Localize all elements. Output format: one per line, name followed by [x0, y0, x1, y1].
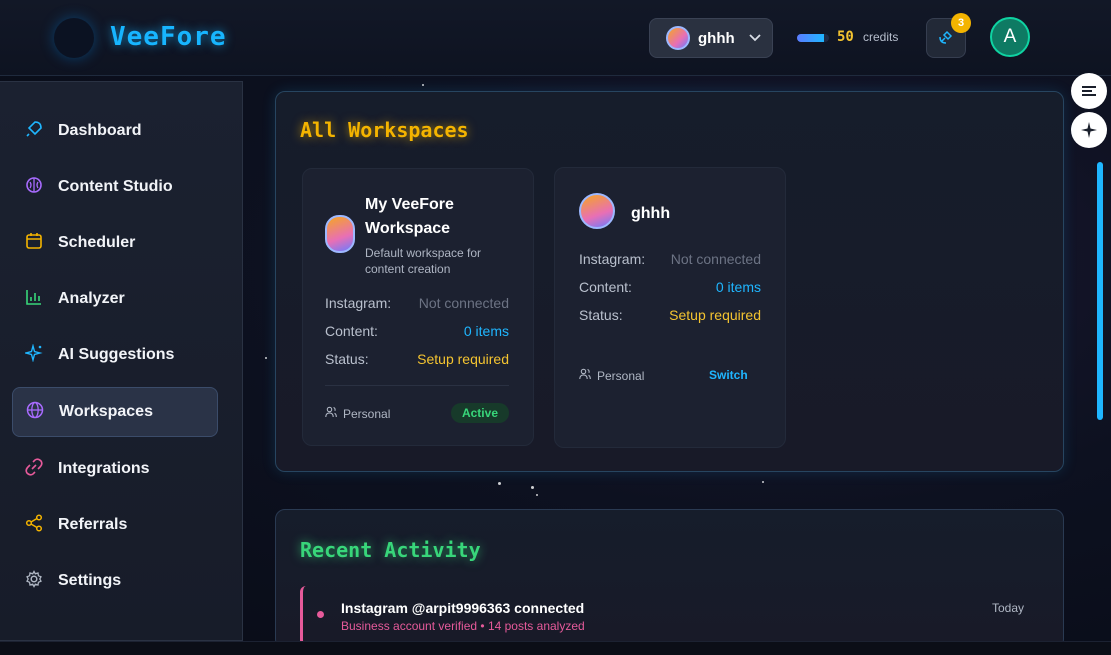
credits-meter-fill	[797, 34, 825, 42]
sidebar-item-scheduler[interactable]: Scheduler	[12, 218, 218, 268]
content-label: Content:	[579, 279, 632, 295]
satellite-icon	[938, 29, 954, 48]
workspace-card-name: ghhh	[631, 205, 671, 222]
sidebar-item-referrals[interactable]: Referrals	[12, 500, 218, 550]
background-star	[498, 482, 501, 485]
credits-label: credits	[863, 30, 899, 44]
switch-workspace-button[interactable]: Switch	[709, 368, 748, 382]
rocket-icon	[24, 120, 44, 143]
credits-meter	[797, 34, 829, 42]
link-icon	[24, 457, 44, 481]
quote-icon[interactable]	[1071, 73, 1107, 109]
sidebar-item-label: Scheduler	[58, 234, 136, 251]
workspace-type: Personal	[579, 368, 644, 383]
workspace-card[interactable]: My VeeFore Workspace Default workspace f…	[302, 168, 534, 446]
sidebar-item-dashboard[interactable]: Dashboard	[12, 106, 218, 156]
activity-title: Instagram @arpit9996363 connected	[341, 600, 585, 616]
background-star	[762, 481, 764, 483]
bar-chart-icon	[24, 288, 44, 311]
sparkles-icon	[23, 342, 44, 367]
background-star	[536, 494, 538, 496]
sidebar: Dashboard Content Studio Scheduler Analy…	[0, 81, 243, 641]
workspaces-panel: All Workspaces My VeeFore Workspace Defa…	[275, 91, 1064, 472]
instagram-label: Instagram:	[579, 251, 646, 267]
background-star	[422, 84, 424, 86]
content-count: 0 items	[463, 323, 509, 339]
instagram-status: Not connected	[418, 295, 509, 311]
workspace-card-description-line1: Default workspace for	[365, 246, 482, 260]
top-bar: VeeFore ghhh 50 credits 3 A	[0, 0, 1111, 76]
sidebar-item-workspaces[interactable]: Workspaces	[12, 387, 218, 437]
scrollbar-thumb[interactable]	[1097, 162, 1103, 420]
active-badge: Active	[450, 403, 509, 423]
notifications-button[interactable]: 3	[926, 13, 971, 58]
workspace-card-name-line1: My VeeFore	[365, 196, 454, 213]
instagram-label: Instagram:	[325, 295, 392, 311]
setup-status: Setup required	[669, 307, 761, 323]
background-star	[265, 357, 267, 359]
workspace-card-name: My VeeFore Workspace	[365, 193, 454, 241]
user-avatar[interactable]: A	[990, 17, 1030, 57]
panel-title-recent-activity: Recent Activity	[300, 538, 481, 562]
workspace-type-label: Personal	[597, 368, 645, 383]
background-star	[531, 486, 534, 489]
gear-icon	[24, 569, 44, 593]
sidebar-item-label: Dashboard	[58, 122, 142, 139]
users-icon	[579, 368, 591, 383]
notification-count-badge: 3	[951, 13, 971, 33]
workspace-selector[interactable]: ghhh	[649, 18, 773, 58]
logo-icon	[54, 18, 94, 58]
calendar-icon	[24, 232, 44, 255]
workspace-card-description-line2: content creation	[365, 262, 451, 276]
activity-item[interactable]: Instagram @arpit9996363 connected Busine…	[300, 586, 1040, 646]
sidebar-item-label: Settings	[58, 572, 122, 589]
window-bottom-edge	[0, 641, 1111, 655]
card-divider	[325, 385, 509, 386]
workspace-card[interactable]: ghhh Instagram: Not connected Content: 0…	[554, 167, 786, 448]
sparkle-icon[interactable]	[1071, 112, 1107, 148]
users-icon	[325, 406, 337, 421]
sidebar-item-analyzer[interactable]: Analyzer	[12, 274, 218, 324]
status-label: Status:	[579, 307, 623, 323]
brain-icon	[24, 176, 44, 199]
sidebar-item-ai-suggestions[interactable]: AI Suggestions	[12, 330, 218, 380]
status-label: Status:	[325, 351, 369, 367]
sidebar-item-label: Integrations	[58, 460, 150, 477]
workspace-type: Personal	[325, 406, 390, 421]
sidebar-item-label: Workspaces	[59, 403, 153, 420]
sidebar-item-label: Analyzer	[58, 290, 125, 307]
sidebar-item-label: Content Studio	[58, 178, 173, 195]
setup-status: Setup required	[417, 351, 509, 367]
workspace-avatar	[325, 215, 355, 253]
activity-time: Today	[991, 601, 1024, 615]
content-count: 0 items	[715, 279, 761, 295]
sidebar-item-content-studio[interactable]: Content Studio	[12, 162, 218, 212]
activity-dot-icon	[317, 611, 324, 618]
activity-subtitle: Business account verified • 14 posts ana…	[341, 619, 585, 633]
chevron-down-icon	[749, 31, 761, 45]
sidebar-item-settings[interactable]: Settings	[12, 556, 218, 606]
workspace-card-description: Default workspace for content creation	[365, 245, 481, 277]
instagram-status: Not connected	[670, 251, 761, 267]
brand-name[interactable]: VeeFore	[110, 22, 227, 52]
sidebar-item-label: Referrals	[58, 516, 128, 533]
credits-value: 50	[837, 29, 854, 45]
workspace-type-label: Personal	[343, 406, 391, 421]
content-label: Content:	[325, 323, 378, 339]
workspace-selector-name: ghhh	[698, 29, 735, 47]
workspace-card-name-line2: Workspace	[365, 220, 451, 237]
sidebar-item-label: AI Suggestions	[58, 346, 175, 363]
workspace-avatar	[666, 26, 690, 50]
sidebar-item-integrations[interactable]: Integrations	[12, 444, 218, 494]
globe-icon	[25, 401, 45, 424]
panel-title-workspaces: All Workspaces	[300, 118, 469, 142]
share-icon	[24, 513, 44, 537]
workspace-avatar	[579, 193, 615, 229]
